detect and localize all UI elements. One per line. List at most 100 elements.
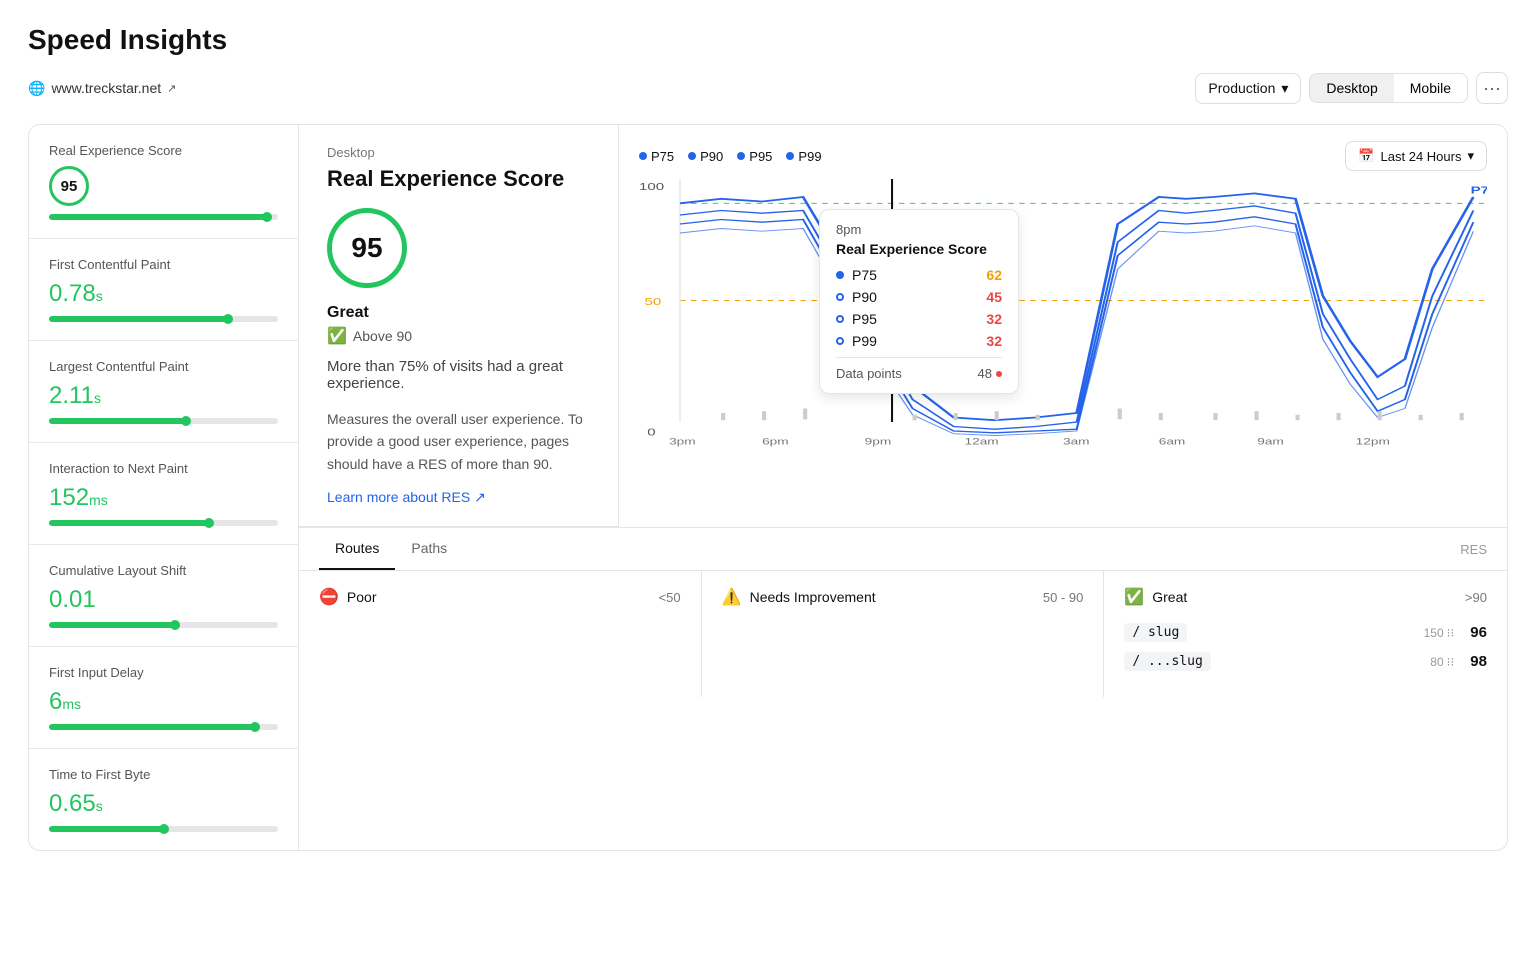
bottom-area: Routes Paths RES ⛔ Poor <50 [299,528,1507,850]
route-count-value-1: 80 [1430,655,1443,669]
route-row-1: / ...slug 80 ⁝⁝ 98 [1124,652,1487,671]
tabs-header: Routes Paths RES [299,528,1507,571]
sidebar-section-res: Real Experience Score 95 [29,125,298,239]
lcp-value: 2.11 [49,382,94,409]
grade-label: Great [327,304,369,322]
environment-dropdown[interactable]: Production ▾ [1195,73,1301,104]
cls-value-wrap: 0.01 [49,586,278,614]
fcp-unit: s [96,288,103,304]
sidebar-label-lcp: Largest Contentful Paint [49,359,278,374]
ttfb-bar-thumb [159,824,169,834]
tooltip-row-p90: P90 45 [836,289,1002,305]
legend-p95: P95 [737,149,772,164]
legend-p99: P99 [786,149,821,164]
more-options-button[interactable]: ··· [1476,72,1508,104]
chevron-down-icon: ▾ [1281,80,1288,97]
top-controls: Production ▾ Desktop Mobile ··· [1195,72,1508,104]
environment-label: Production [1208,80,1275,96]
external-link-icon[interactable]: ↗ [167,82,176,95]
chevron-down-icon: ▾ [1467,148,1474,164]
sidebar-section-inp: Interaction to Next Paint 152ms [29,443,298,545]
res-bar-fill [49,214,267,220]
svg-text:12am: 12am [965,438,999,447]
p75-tooltip-val: 62 [986,267,1002,283]
above-label: Above 90 [353,328,412,344]
route-count-0: 150 ⁝⁝ [1424,626,1455,640]
tooltip-row-p95: P95 32 [836,311,1002,327]
tab-routes[interactable]: Routes [319,528,395,570]
res-score-row: 95 [49,166,278,206]
calendar-icon: 📅 [1358,148,1374,164]
res-score-value: 95 [61,178,78,195]
svg-text:9pm: 9pm [865,438,892,447]
tabs: Routes Paths [319,528,463,570]
desc-body: Measures the overall user experience. To… [327,408,590,475]
inp-value-wrap: 152ms [49,484,278,512]
p99-tooltip-label: P99 [852,333,978,349]
chart-svg-wrap: 100 50 0 [639,179,1487,499]
learn-more-link[interactable]: Learn more about RES ↗ [327,489,486,505]
desc-title: Real Experience Score [327,166,590,192]
p90-tooltip-label: P90 [852,289,978,305]
needs-improvement-label: Needs Improvement [750,589,876,605]
route-path-1[interactable]: / ...slug [1124,652,1210,671]
sidebar-label-inp: Interaction to Next Paint [49,461,278,476]
lcp-bar-thumb [181,416,191,426]
lcp-value-wrap: 2.11s [49,382,278,410]
fcp-bar-thumb [223,314,233,324]
desktop-button[interactable]: Desktop [1310,74,1393,102]
tooltip-time: 8pm [836,222,1002,237]
p75-dot [639,152,647,160]
desc-grade: Great [327,304,590,322]
ttfb-value-wrap: 0.65s [49,790,278,818]
cls-value: 0.01 [49,586,96,613]
fid-bar-fill [49,724,255,730]
svg-text:9am: 9am [1257,438,1284,447]
date-range-label: Last 24 Hours [1381,149,1462,164]
desc-score-circle: 95 [327,208,407,288]
desc-context: Desktop [327,145,590,160]
description-panel: Desktop Real Experience Score 95 Great ✅… [299,125,619,527]
p95-label: P95 [749,149,772,164]
p95-dot [737,152,745,160]
p75-tooltip-dot [836,271,844,279]
fid-value: 6 [49,688,62,715]
sidebar-section-fcp: First Contentful Paint 0.78s [29,239,298,341]
fid-unit: ms [62,696,81,712]
date-range-button[interactable]: 📅 Last 24 Hours ▾ [1345,141,1487,171]
route-path-0[interactable]: / slug [1124,623,1187,642]
p99-dot [786,152,794,160]
site-url: 🌐 www.treckstar.net ↗ [28,80,176,97]
routes-grid: ⛔ Poor <50 ⚠️ Needs Improvement 50 - 90 [299,571,1507,697]
route-count-value-0: 150 [1424,626,1444,640]
sidebar-section-cls: Cumulative Layout Shift 0.01 [29,545,298,647]
datapoints-count: 48 [978,366,1002,381]
mobile-button[interactable]: Mobile [1394,74,1467,102]
p99-tooltip-dot [836,337,844,345]
sidebar-section-ttfb: Time to First Byte 0.65s [29,749,298,850]
p95-tooltip-val: 32 [986,311,1002,327]
p75-label: P75 [651,149,674,164]
datapoints-value: 48 [978,366,992,381]
red-dot-icon [996,371,1002,377]
col-header-poor: ⛔ Poor <50 [319,587,681,607]
ttfb-unit: s [96,798,103,814]
fcp-value-wrap: 0.78s [49,280,278,308]
p75-tooltip-label: P75 [852,267,978,283]
p95-tooltip-dot [836,315,844,323]
svg-text:6am: 6am [1159,438,1186,447]
svg-text:6pm: 6pm [762,438,789,447]
legend-p90: P90 [688,149,723,164]
content-area: Desktop Real Experience Score 95 Great ✅… [299,125,1507,850]
tooltip-divider [836,357,1002,358]
chart-header: P75 P90 P95 [639,141,1487,171]
poor-range: <50 [659,590,681,605]
top-bar: 🌐 www.treckstar.net ↗ Production ▾ Deskt… [28,72,1508,104]
route-count-dots-0: ⁝⁝ [1447,626,1455,640]
sidebar: Real Experience Score 95 First Contentfu… [29,125,299,850]
inp-value: 152 [49,484,89,511]
res-bar [49,214,278,220]
tab-paths[interactable]: Paths [395,528,463,570]
chart-tooltip: 8pm Real Experience Score P75 62 P90 45 [819,209,1019,394]
p95-tooltip-label: P95 [852,311,978,327]
